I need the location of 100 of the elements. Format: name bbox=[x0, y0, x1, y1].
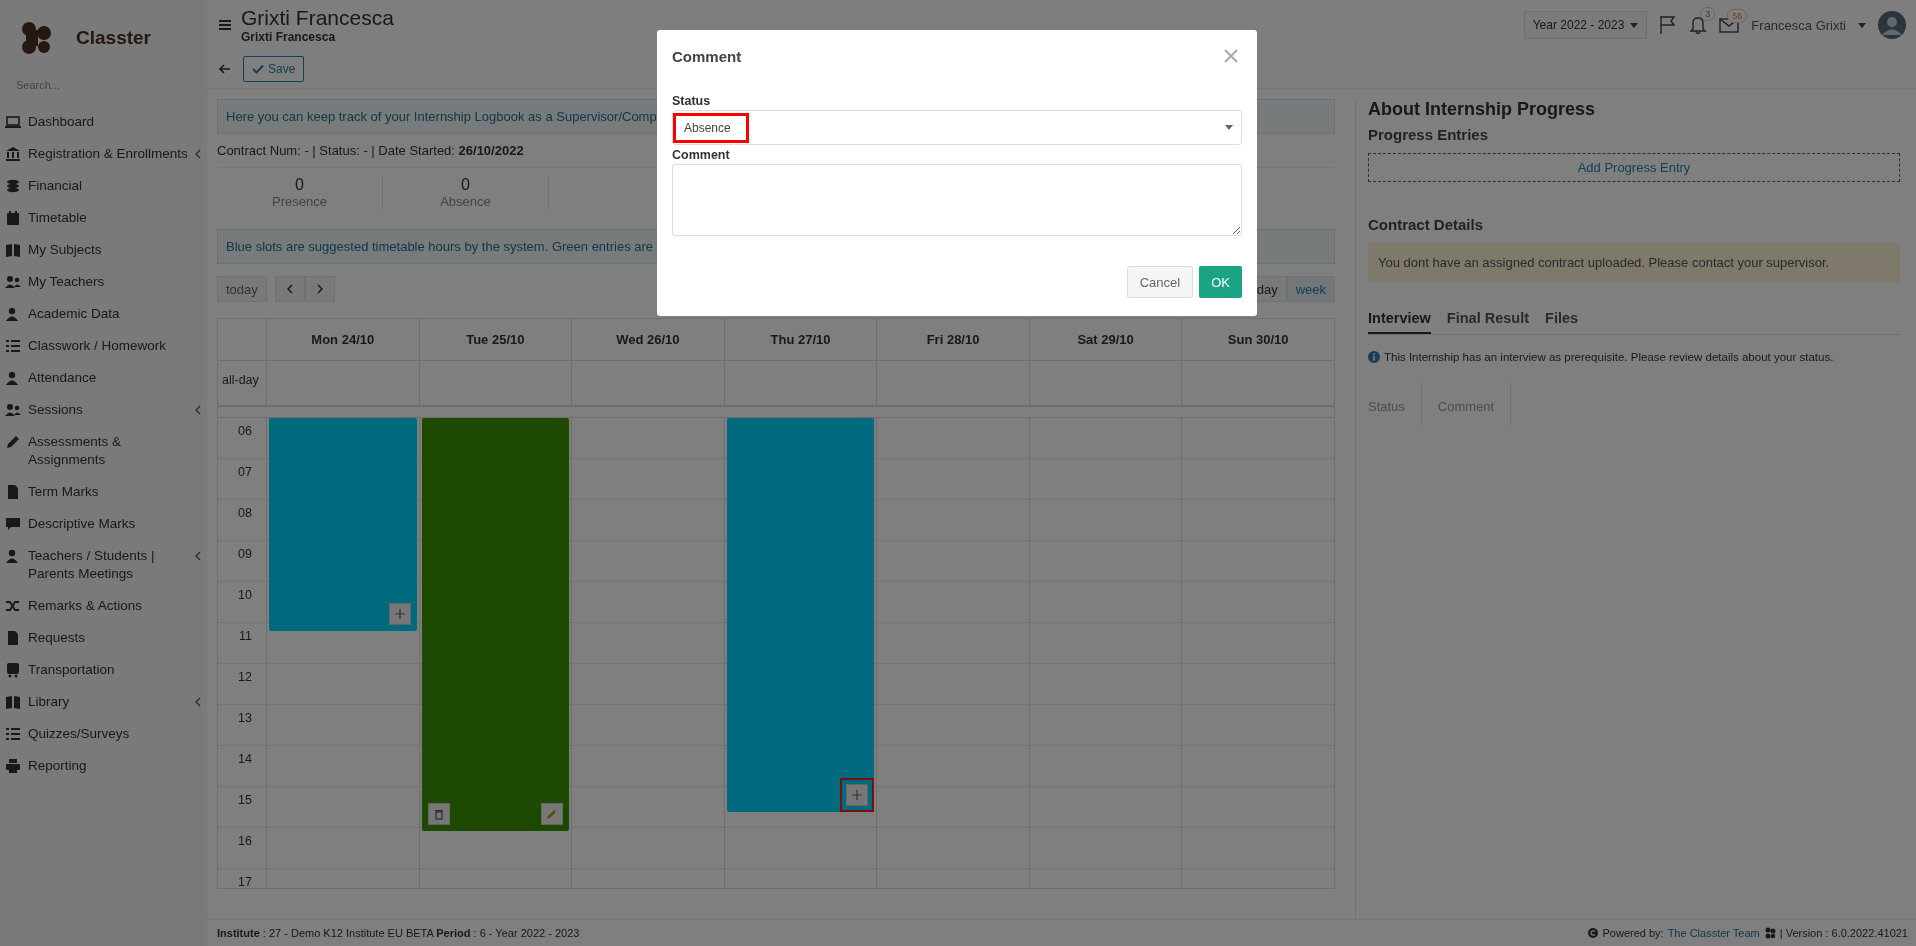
chevron-right-icon bbox=[316, 284, 323, 294]
version-label: | Version : 6.0.2022.41021 bbox=[1779, 927, 1908, 939]
avatar-icon[interactable] bbox=[1878, 11, 1906, 39]
info-icon bbox=[1368, 351, 1380, 363]
add-button[interactable] bbox=[840, 777, 875, 812]
comment-field[interactable] bbox=[672, 164, 1242, 236]
sidebar-item[interactable]: Transportation bbox=[0, 654, 207, 686]
save-button[interactable]: Save bbox=[243, 56, 305, 82]
sidebar-item[interactable]: Academic Data bbox=[0, 298, 207, 330]
next-button[interactable] bbox=[304, 276, 335, 302]
day-header: Mon 24/10 bbox=[266, 319, 419, 360]
edit-button[interactable] bbox=[541, 802, 564, 825]
comment-icon bbox=[5, 516, 21, 532]
sidebar-item[interactable]: My Subjects bbox=[0, 234, 207, 266]
calendar-icon bbox=[5, 210, 21, 226]
delete-button[interactable] bbox=[427, 802, 450, 825]
section-heading: Contract Details bbox=[1368, 216, 1485, 233]
year-dropdown[interactable]: Year 2022 - 2023 bbox=[1523, 11, 1648, 39]
day-header: Tue 25/10 bbox=[418, 319, 572, 360]
printer-icon bbox=[5, 758, 21, 774]
section-heading: Progress Entries bbox=[1368, 126, 1490, 143]
panel-title: About Internship Progress bbox=[1368, 99, 1597, 120]
page-title: Grixti Francesca bbox=[241, 6, 394, 30]
day-header: Wed 26/10 bbox=[571, 319, 724, 360]
sidebar-item[interactable]: Dashboard bbox=[0, 106, 207, 138]
sidebar-item[interactable]: Reporting bbox=[0, 750, 207, 782]
sidebar-item[interactable]: Quizzes/Surveys bbox=[0, 718, 207, 750]
pencil-icon bbox=[5, 434, 21, 450]
users-icon bbox=[5, 274, 21, 290]
caret-icon bbox=[1630, 22, 1639, 28]
sidebar-item[interactable]: Term Marks bbox=[0, 476, 207, 508]
message-count: 56 bbox=[1727, 9, 1748, 23]
app-name: Classter bbox=[76, 27, 151, 49]
sidebar-item[interactable]: Sessions bbox=[0, 394, 207, 426]
day-header: Fri 28/10 bbox=[876, 319, 1029, 360]
sidebar-item[interactable]: Requests bbox=[0, 622, 207, 654]
bank-icon bbox=[5, 146, 21, 162]
today-button[interactable]: today bbox=[217, 276, 267, 302]
hour-label: 10 bbox=[218, 582, 266, 623]
status-select[interactable]: Absence bbox=[672, 110, 1242, 145]
panel-tab[interactable]: Interview bbox=[1368, 310, 1431, 334]
bus-icon bbox=[5, 662, 21, 678]
hour-label: 12 bbox=[218, 664, 266, 705]
user-icon bbox=[5, 370, 21, 386]
sidebar-item[interactable]: My Teachers bbox=[0, 266, 207, 298]
chevron-left-icon bbox=[286, 284, 293, 294]
sidebar-item[interactable]: Remarks & Actions bbox=[0, 590, 207, 622]
document-icon bbox=[5, 484, 21, 500]
page-subtitle: Grixti Francesca bbox=[241, 30, 337, 44]
users-icon bbox=[5, 402, 21, 418]
previous-button[interactable] bbox=[274, 276, 305, 302]
close-icon[interactable] bbox=[1224, 49, 1238, 63]
hour-label: 09 bbox=[218, 541, 266, 582]
bell-icon[interactable] bbox=[1689, 15, 1708, 35]
add-progress-entry-button[interactable]: Add Progress Entry bbox=[1368, 153, 1900, 182]
powered-by-label: Powered by: bbox=[1602, 927, 1664, 939]
hour-label: 17 bbox=[218, 869, 266, 888]
panel-tab[interactable]: Files bbox=[1545, 310, 1579, 334]
institute-info: Institute : 27 - Demo K12 Institute EU BETA Period : 6 - Year 2022 - 2023 bbox=[217, 927, 580, 939]
warning-alert: You dont have an assigned contract uploaded. Please contact your supervisor. bbox=[1368, 243, 1900, 282]
hour-label: 07 bbox=[218, 459, 266, 500]
day-header: Sun 30/10 bbox=[1181, 319, 1334, 360]
hour-label: 13 bbox=[218, 705, 266, 746]
day-header: Thu 27/10 bbox=[723, 319, 877, 360]
user-icon bbox=[5, 548, 21, 564]
hour-label: 15 bbox=[218, 787, 266, 828]
user-icon bbox=[5, 306, 21, 322]
menu-icon[interactable] bbox=[219, 20, 231, 30]
view-tab[interactable]: week bbox=[1286, 276, 1335, 302]
team-link[interactable]: The Classter Team bbox=[1667, 927, 1760, 939]
sidebar-item[interactable]: Assessments & Assignments bbox=[0, 426, 207, 476]
envelope-icon[interactable] bbox=[1719, 17, 1740, 33]
caret-icon bbox=[1858, 22, 1866, 28]
sidebar-item[interactable]: Registration & Enrollments bbox=[0, 138, 207, 170]
flag-icon[interactable] bbox=[1659, 15, 1678, 35]
hour-label: 08 bbox=[218, 500, 266, 541]
sidebar-item[interactable]: Attendance bbox=[0, 362, 207, 394]
caret-icon bbox=[1225, 125, 1233, 130]
hour-label: 14 bbox=[218, 746, 266, 787]
sidebar-item[interactable]: Timetable bbox=[0, 202, 207, 234]
list-icon bbox=[5, 338, 21, 354]
dialog-title: Comment bbox=[672, 47, 742, 65]
hour-label: 06 bbox=[218, 418, 266, 459]
logged-entry[interactable] bbox=[421, 418, 570, 831]
hour-label: 16 bbox=[218, 828, 266, 869]
cancel-button[interactable]: Cancel bbox=[1126, 266, 1194, 298]
sidebar-item[interactable]: Financial bbox=[0, 170, 207, 202]
logo-icon bbox=[1763, 927, 1776, 939]
stat-label: Absence bbox=[440, 194, 491, 209]
trash-icon bbox=[433, 807, 444, 820]
plus-icon bbox=[852, 789, 863, 800]
sidebar-item[interactable]: Descriptive Marks bbox=[0, 508, 207, 540]
comment-label: Comment bbox=[672, 148, 731, 162]
sidebar-item[interactable]: Teachers / Students | Parents Meetings bbox=[0, 540, 207, 590]
user-menu[interactable]: Francesca Grixti bbox=[1751, 17, 1846, 33]
back-arrow-icon[interactable] bbox=[219, 64, 231, 74]
ok-button[interactable]: OK bbox=[1199, 266, 1242, 298]
panel-tab[interactable]: Final Result bbox=[1446, 310, 1530, 334]
sidebar-item[interactable]: Classwork / Homework bbox=[0, 330, 207, 362]
sidebar-item[interactable]: Library bbox=[0, 686, 207, 718]
